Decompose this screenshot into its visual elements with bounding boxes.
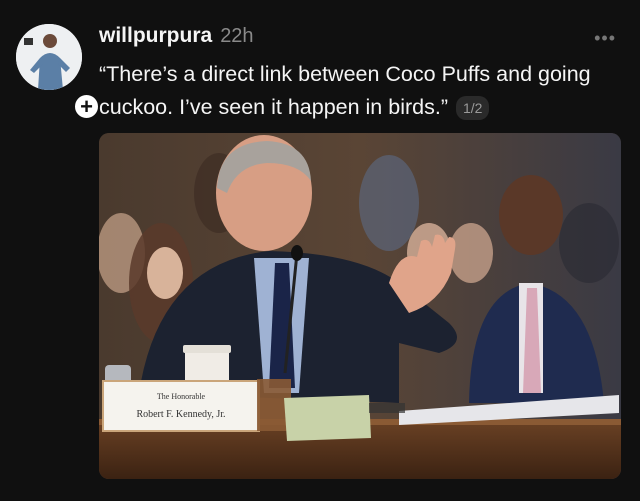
placard-line1: The Honorable — [157, 392, 206, 401]
audience-member — [359, 155, 419, 251]
placard-line2: Robert F. Kennedy, Jr. — [136, 409, 225, 420]
post-header: willpurpura 22h — [99, 24, 254, 50]
avatar[interactable] — [16, 24, 82, 90]
man-right-head — [499, 175, 563, 255]
post-timestamp: 22h — [220, 25, 254, 47]
microphone — [291, 245, 303, 261]
plus-icon: + — [80, 93, 93, 119]
document-folder — [284, 395, 371, 441]
more-options-button[interactable]: ••• — [594, 28, 616, 49]
audience-member — [147, 247, 183, 299]
avatar-container[interactable]: + — [16, 24, 100, 120]
page-indicator-badge: 1/2 — [455, 96, 490, 121]
avatar-image — [16, 24, 82, 90]
hearing-photo: The Honorable Robert F. Kennedy, Jr. — [99, 133, 621, 479]
post-body: “There’s a direct link between Coco Puff… — [99, 58, 599, 124]
name-placard — [102, 380, 260, 432]
follow-button[interactable]: + — [73, 93, 100, 120]
post-media-image[interactable]: The Honorable Robert F. Kennedy, Jr. — [99, 133, 621, 479]
ellipsis-icon: ••• — [594, 28, 616, 48]
audience-member — [449, 223, 493, 283]
username-link[interactable]: willpurpura — [99, 24, 212, 48]
post-text: “There’s a direct link between Coco Puff… — [99, 62, 591, 119]
audience-member — [559, 203, 619, 283]
